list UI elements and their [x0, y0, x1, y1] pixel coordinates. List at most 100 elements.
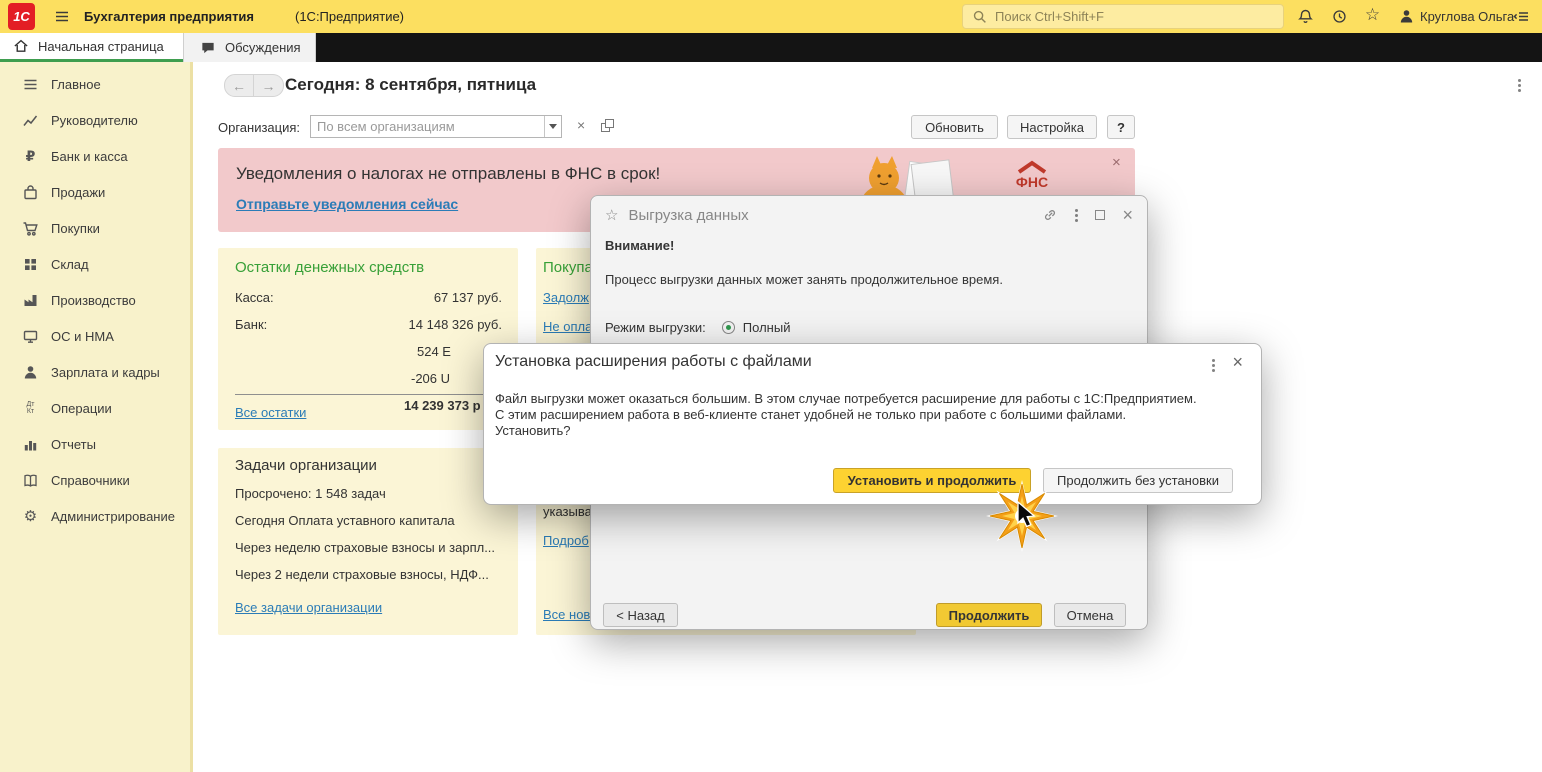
user-avatar-icon[interactable]	[1397, 7, 1416, 26]
cash-row-value: 14 148 326 руб.	[408, 317, 502, 332]
tasks-panel-title: Задачи организации	[235, 457, 377, 474]
close-icon[interactable]: ×	[1122, 206, 1133, 224]
task-row: Сегодня Оплата уставного капитала	[235, 513, 455, 528]
cancel-button[interactable]: Отмена	[1054, 603, 1126, 627]
person-icon	[22, 364, 39, 381]
organization-pick-icon[interactable]	[601, 119, 614, 132]
global-search-input[interactable]: Поиск Ctrl+Shift+F	[962, 4, 1284, 29]
user-menu-icon[interactable]	[1512, 7, 1531, 26]
pin-star-icon[interactable]: ☆	[605, 206, 618, 224]
gear-icon: ⚙	[23, 508, 38, 525]
1c-logo-icon: 1С	[8, 3, 35, 30]
search-placeholder: Поиск Ctrl+Shift+F	[995, 9, 1104, 24]
purchases-text: указыва	[543, 504, 592, 519]
date-heading: Сегодня: 8 сентября, пятница	[285, 75, 537, 94]
sidebar-item-purchases[interactable]: Покупки	[0, 210, 190, 246]
unpaid-link[interactable]: Не опла	[543, 319, 592, 334]
help-button[interactable]: ?	[1107, 115, 1135, 139]
panel-divider	[235, 394, 502, 395]
organization-label: Организация:	[218, 120, 301, 135]
boxes-grid-icon	[22, 256, 39, 273]
file-extension-dialog: Установка расширения работы с файлами × …	[483, 343, 1262, 505]
cash-row-value: 524 E	[417, 344, 451, 359]
refresh-button[interactable]: Обновить	[911, 115, 998, 139]
chat-bubble-icon	[200, 40, 216, 56]
sidebar-label: ОС и НМА	[51, 328, 114, 344]
continue-without-install-button[interactable]: Продолжить без установки	[1043, 468, 1233, 493]
organization-clear-icon[interactable]: ×	[577, 117, 585, 133]
banner-title: Уведомления о налогах не отправлены в ФН…	[236, 164, 661, 183]
sidebar-label: Продажи	[51, 184, 106, 200]
organization-value: По всем организациям	[317, 119, 455, 134]
user-name: Круглова Ольга	[1420, 9, 1515, 24]
click-starburst-cursor	[986, 480, 1058, 552]
export-dialog-title: Выгрузка данных	[628, 206, 749, 224]
all-tasks-link[interactable]: Все задачи организации	[235, 600, 382, 615]
sidebar-item-reports[interactable]: Отчеты	[0, 426, 190, 462]
task-row: Через 2 недели страховые взносы, НДФ...	[235, 567, 489, 582]
line-chart-icon	[22, 112, 39, 129]
close-icon[interactable]: ×	[1232, 353, 1243, 371]
home-icon	[13, 38, 29, 54]
notifications-bell-icon[interactable]	[1296, 7, 1315, 26]
cash-total: 14 239 373 р	[404, 398, 481, 413]
sidebar-item-warehouse[interactable]: Склад	[0, 246, 190, 282]
tab-home-page[interactable]: Начальная страница	[0, 33, 183, 62]
sections-sidebar: Главное Руководителю ₽ Банк и касса Прод…	[0, 62, 193, 772]
cart-icon	[22, 220, 39, 237]
dialog-more-icon[interactable]	[1075, 208, 1079, 222]
sidebar-item-fixed-assets[interactable]: ОС и НМА	[0, 318, 190, 354]
sidebar-item-salary-hr[interactable]: Зарплата и кадры	[0, 354, 190, 390]
sidebar-item-manager[interactable]: Руководителю	[0, 102, 190, 138]
sidebar-item-production[interactable]: Производство	[0, 282, 190, 318]
tab-discussions[interactable]: Обсуждения	[183, 33, 316, 62]
details-link[interactable]: Подроб	[543, 533, 589, 548]
tab-home-label: Начальная страница	[38, 38, 164, 54]
main-menu-icon[interactable]	[52, 7, 71, 26]
cash-balances-panel: Остатки денежных средств Касса: 67 137 р…	[218, 248, 518, 430]
extension-dialog-title: Установка расширения работы с файлами	[495, 353, 812, 370]
sidebar-label: Руководителю	[51, 112, 138, 128]
history-icon[interactable]	[1330, 7, 1349, 26]
sidebar-label: Отчеты	[51, 436, 96, 452]
debt-link[interactable]: Задолж	[543, 290, 589, 305]
chevron-down-icon[interactable]	[544, 116, 561, 137]
bar-chart-icon	[22, 436, 39, 453]
mode-full-radio[interactable]	[721, 321, 735, 334]
sidebar-label: Производство	[51, 292, 136, 308]
page-more-menu-icon[interactable]	[1518, 79, 1521, 92]
favorites-star-icon[interactable]: ☆	[1363, 5, 1382, 24]
sidebar-item-bank-cash[interactable]: ₽ Банк и касса	[0, 138, 190, 174]
back-arrow-button[interactable]: ←	[224, 74, 254, 97]
sidebar-label: Справочники	[51, 472, 130, 488]
ruble-icon: ₽	[25, 147, 36, 164]
send-notifications-link[interactable]: Отправьте уведомления сейчас	[236, 196, 458, 212]
organization-select[interactable]: По всем организациям	[310, 115, 562, 138]
export-dialog-message: Процесс выгрузки данных может занять про…	[605, 272, 1003, 287]
all-balances-link[interactable]: Все остатки	[235, 405, 306, 420]
app-title: Бухгалтерия предприятия	[84, 9, 255, 24]
cash-panel-title: Остатки денежных средств	[235, 259, 425, 276]
book-icon	[22, 472, 39, 489]
dialog-more-icon[interactable]	[1212, 359, 1215, 372]
sidebar-item-administration[interactable]: ⚙ Администрирование	[0, 498, 190, 534]
search-icon	[972, 9, 988, 25]
banner-close-icon[interactable]: ×	[1112, 154, 1121, 171]
attention-label: Внимание!	[605, 238, 675, 253]
export-dialog-titlebar: ☆ Выгрузка данных ×	[591, 196, 1147, 234]
sidebar-item-operations[interactable]: Дт Кт Операции	[0, 390, 190, 426]
maximize-icon[interactable]	[1095, 210, 1106, 220]
sidebar-item-directories[interactable]: Справочники	[0, 462, 190, 498]
tab-discussions-label: Обсуждения	[225, 40, 301, 55]
continue-button[interactable]: Продолжить	[936, 603, 1042, 627]
sidebar-item-sales[interactable]: Продажи	[0, 174, 190, 210]
get-link-icon[interactable]	[1042, 207, 1058, 223]
all-new-link[interactable]: Все нов	[543, 607, 590, 622]
forward-arrow-button[interactable]: →	[254, 74, 284, 97]
equipment-icon	[22, 328, 39, 345]
sidebar-label: Операции	[51, 400, 112, 416]
settings-button[interactable]: Настройка	[1007, 115, 1097, 139]
back-button[interactable]: < Назад	[603, 603, 678, 627]
sidebar-item-main[interactable]: Главное	[0, 66, 190, 102]
export-mode-label: Режим выгрузки:	[605, 320, 706, 335]
